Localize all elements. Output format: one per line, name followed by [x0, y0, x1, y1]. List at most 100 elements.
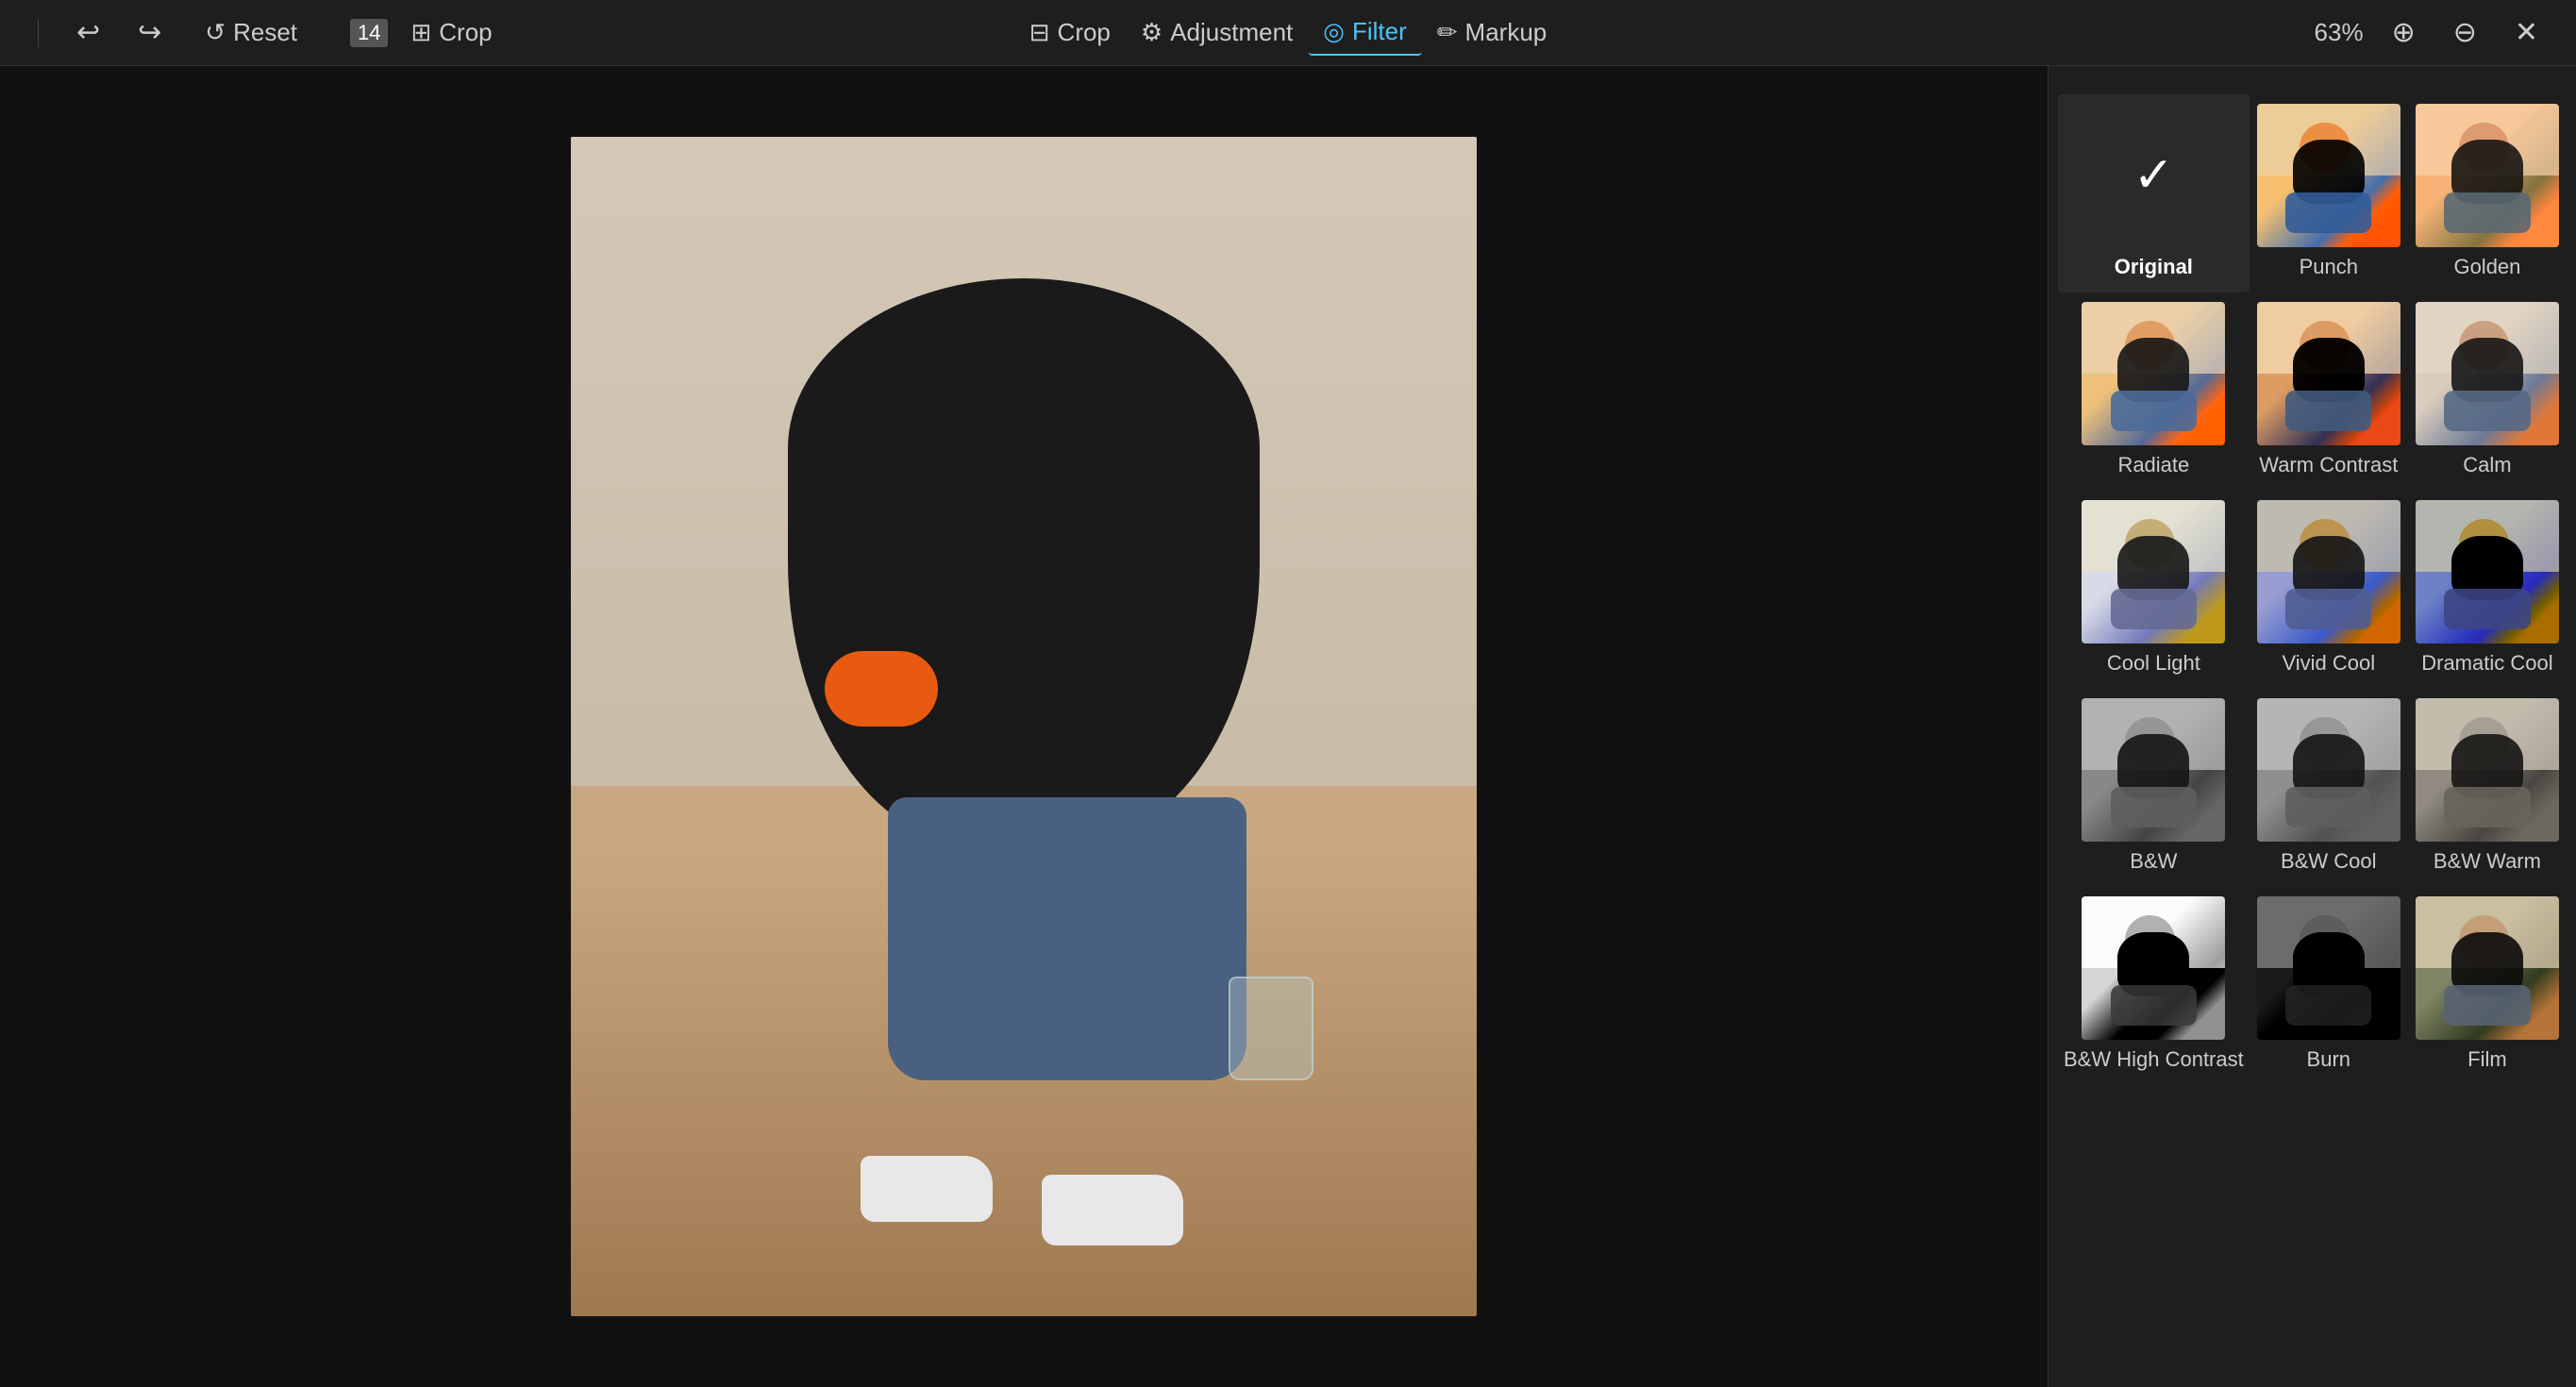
thumb-jeans [2111, 985, 2197, 1026]
filter-item-bw[interactable]: B&W [2058, 689, 2250, 887]
filter-label-radiate: Radiate [2117, 453, 2189, 477]
filter-thumb-punch [2257, 104, 2400, 247]
filter-item-dramatic-cool[interactable]: Dramatic Cool [2408, 491, 2567, 689]
thumb-image-bw-cool [2257, 698, 2400, 842]
filter-item-cool-light[interactable]: Cool Light [2058, 491, 2250, 689]
crop-button[interactable]: ⊞ Crop [395, 10, 507, 55]
filter-thumb-film [2416, 896, 2559, 1040]
filter-thumb-bw-cool [2257, 698, 2400, 842]
filter-item-calm[interactable]: Calm [2408, 292, 2567, 491]
filter-thumb-bw [2082, 698, 2225, 842]
close-button[interactable]: ✕ [2505, 10, 2548, 55]
filter-thumb-golden [2416, 104, 2559, 247]
crop-tab-button[interactable]: ⊟ Crop [1014, 10, 1126, 55]
shoe-left [861, 1156, 993, 1222]
thumb-jeans [2444, 985, 2530, 1026]
filter-label-burn: Burn [2307, 1047, 2350, 1072]
reset-icon: ↺ [205, 18, 226, 47]
filter-item-radiate[interactable]: Radiate [2058, 292, 2250, 491]
filter-item-warm-contrast[interactable]: Warm Contrast [2250, 292, 2408, 491]
thumb-image-calm [2416, 302, 2559, 445]
thumb-image-burn [2257, 896, 2400, 1040]
filter-icon: ◎ [1323, 17, 1345, 46]
filter-tab-button[interactable]: ◎ Filter [1308, 9, 1421, 56]
filter-item-vivid-cool[interactable]: Vivid Cool [2250, 491, 2408, 689]
thumb-jeans [2285, 192, 2371, 233]
filter-thumb-vivid-cool [2257, 500, 2400, 643]
filter-grid: ✓Original Punch Golden Radiate Warm Contrast… [2049, 85, 2576, 1095]
baby-body [788, 278, 1260, 844]
thumb-jeans [2444, 787, 2530, 827]
zoom-out-button[interactable]: ⊖ [2444, 10, 2486, 55]
thumb-jeans [2444, 589, 2530, 629]
thumb-jeans [2285, 985, 2371, 1026]
crop-tab-icon: ⊟ [1029, 18, 1050, 47]
crop-label: Crop [439, 18, 492, 47]
filter-thumb-cool-light [2082, 500, 2225, 643]
filter-item-burn[interactable]: Burn [2250, 887, 2408, 1085]
thumb-jeans [2111, 391, 2197, 431]
redo-button[interactable]: ↪ [128, 10, 171, 55]
zoom-in-button[interactable]: ⊕ [2383, 10, 2425, 55]
markup-icon: ✏ [1437, 18, 1458, 47]
filter-item-golden[interactable]: Golden [2408, 94, 2567, 292]
baby-toy [825, 651, 938, 727]
filter-label-bw-high-contrast: B&W High Contrast [2064, 1047, 2244, 1072]
filter-label-golden: Golden [2453, 255, 2520, 279]
toolbar-divider [38, 19, 39, 47]
thumb-jeans [2285, 787, 2371, 827]
filter-thumb-dramatic-cool [2416, 500, 2559, 643]
filter-label-bw-warm: B&W Warm [2434, 849, 2541, 874]
reset-button[interactable]: ↺ Reset [190, 10, 312, 55]
thumb-image-radiate [2082, 302, 2225, 445]
filter-item-film[interactable]: Film [2408, 887, 2567, 1085]
filter-item-bw-cool[interactable]: B&W Cool [2250, 689, 2408, 887]
baby-jeans [888, 797, 1246, 1080]
thumb-image-vivid-cool [2257, 500, 2400, 643]
filter-thumb-bw-high-contrast [2082, 896, 2225, 1040]
crop-icon: ⊞ [410, 18, 431, 47]
reset-label: Reset [233, 18, 297, 47]
undo-button[interactable]: ↩ [67, 10, 109, 55]
adjustment-label: Adjustment [1170, 18, 1293, 47]
filter-label-punch: Punch [2300, 255, 2358, 279]
thumb-jeans [2111, 589, 2197, 629]
thumb-jeans [2444, 192, 2530, 233]
filter-thumb-original: ✓ [2082, 104, 2225, 247]
main-photo [571, 137, 1477, 1316]
shoe-right [1042, 1175, 1183, 1245]
main-content: ✓Original Punch Golden Radiate Warm Contrast… [0, 66, 2576, 1387]
filter-label-calm: Calm [2463, 453, 2511, 477]
thumb-image-bw [2082, 698, 2225, 842]
filter-thumb-radiate [2082, 302, 2225, 445]
adjustment-tab-button[interactable]: ⚙ Adjustment [1126, 10, 1308, 55]
filter-item-punch[interactable]: Punch [2250, 94, 2408, 292]
filter-item-original[interactable]: ✓Original [2058, 94, 2250, 292]
filter-label-cool-light: Cool Light [2107, 651, 2200, 676]
filter-panel: ✓Original Punch Golden Radiate Warm Contrast… [2048, 66, 2576, 1387]
filter-label-warm-contrast: Warm Contrast [2259, 453, 2398, 477]
filter-item-bw-high-contrast[interactable]: B&W High Contrast [2058, 887, 2250, 1085]
checkmark-icon: ✓ [2133, 147, 2175, 204]
markup-tab-button[interactable]: ✏ Markup [1422, 10, 1563, 55]
filter-label-vivid-cool: Vivid Cool [2282, 651, 2375, 676]
adjustment-icon: ⚙ [1141, 18, 1163, 47]
filter-item-bw-warm[interactable]: B&W Warm [2408, 689, 2567, 887]
thumb-jeans [2285, 391, 2371, 431]
crop-count: 14 [350, 19, 388, 47]
thumb-jeans [2111, 787, 2197, 827]
thumb-image-film [2416, 896, 2559, 1040]
crop-tab-label: Crop [1058, 18, 1111, 47]
thumb-jeans [2285, 589, 2371, 629]
filter-thumb-bw-warm [2416, 698, 2559, 842]
filter-thumb-calm [2416, 302, 2559, 445]
filter-label-bw: B&W [2130, 849, 2177, 874]
thumb-image-bw-warm [2416, 698, 2559, 842]
markup-label: Markup [1465, 18, 1547, 47]
filter-label: Filter [1352, 17, 1407, 46]
filter-label-dramatic-cool: Dramatic Cool [2421, 651, 2552, 676]
thumb-jeans [2444, 391, 2530, 431]
thumb-image-bw-high-contrast [2082, 896, 2225, 1040]
photo-container [571, 137, 1477, 1316]
filter-thumb-warm-contrast [2257, 302, 2400, 445]
